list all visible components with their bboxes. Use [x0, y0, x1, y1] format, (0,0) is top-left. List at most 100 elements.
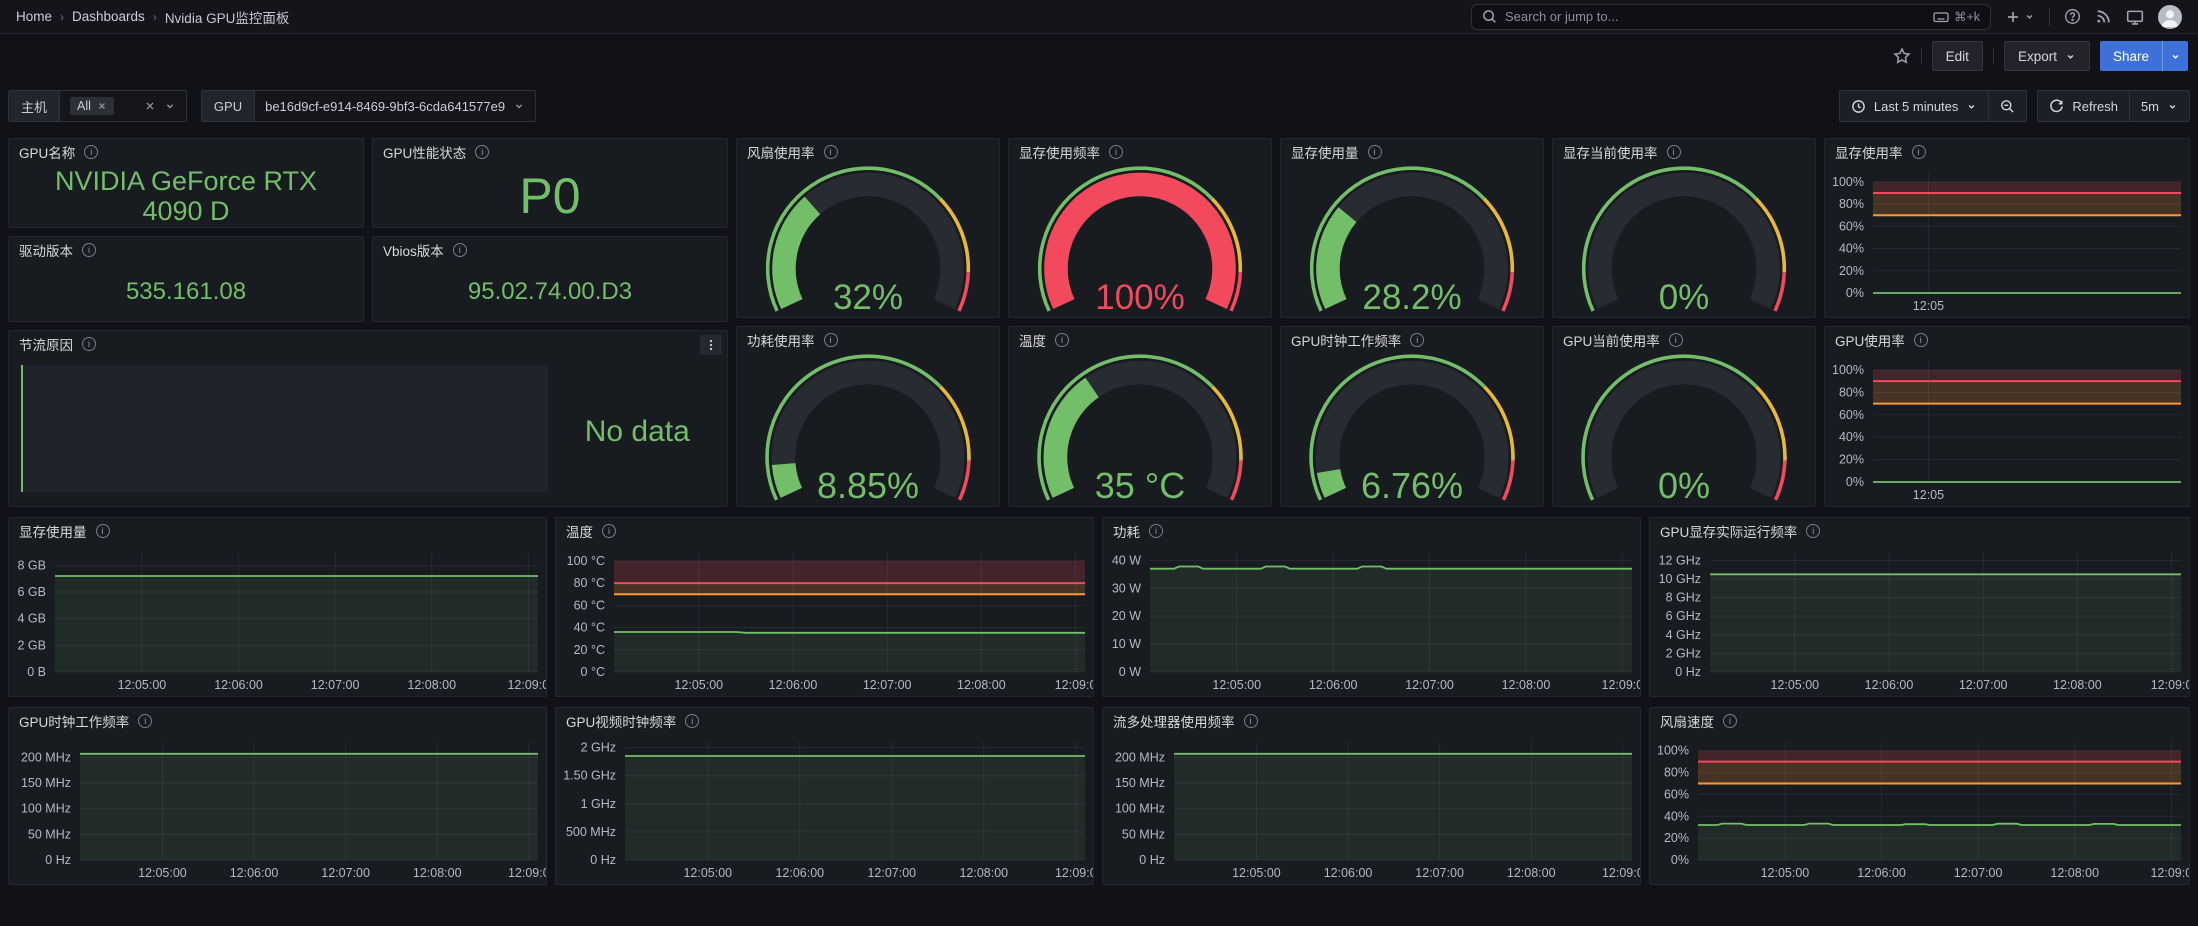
host-value-pill[interactable]: All — [70, 97, 114, 115]
info-icon[interactable]: i — [824, 333, 838, 347]
gauge-chart[interactable]: 28.2% — [1281, 165, 1543, 317]
panel-header[interactable]: 驱动版本 i — [9, 237, 363, 263]
panel-header[interactable]: 显存使用率 i — [1825, 139, 2189, 165]
panel-header[interactable]: 显存当前使用率 i — [1553, 139, 1815, 165]
panel-header[interactable]: GPU显存实际运行频率 i — [1650, 518, 2189, 544]
time-series-chart[interactable]: 40 W30 W20 W10 W0 W12:05:0012:06:0012:07… — [1103, 544, 1640, 696]
host-variable-select[interactable]: All — [59, 90, 187, 122]
host-variable: 主机 All — [8, 90, 187, 122]
info-icon[interactable]: i — [685, 714, 699, 728]
panel-header[interactable]: 流多处理器使用频率 i — [1103, 708, 1640, 734]
gauge-chart[interactable]: 8.85% — [737, 353, 999, 506]
breadcrumb-home[interactable]: Home — [16, 9, 52, 24]
gauge-chart[interactable]: 0% — [1553, 165, 1815, 317]
info-icon[interactable]: i — [1149, 524, 1163, 538]
time-series-chart[interactable]: 12 GHz10 GHz8 GHz6 GHz4 GHz2 GHz0 Hz12:0… — [1650, 544, 2189, 696]
chevron-down-icon[interactable] — [164, 100, 176, 112]
svg-text:150 MHz: 150 MHz — [1115, 776, 1165, 790]
time-series-chart[interactable]: 100 °C80 °C60 °C40 °C20 °C0 °C12:05:0012… — [556, 544, 1093, 696]
panel-header[interactable]: GPU当前使用率 i — [1553, 327, 1815, 353]
monitor-icon[interactable] — [2126, 8, 2144, 26]
gauge-chart[interactable]: 0% — [1553, 353, 1815, 506]
panel-header[interactable]: Vbios版本 i — [373, 237, 727, 263]
panel-driver-version: 驱动版本 i 535.161.08 — [8, 236, 364, 322]
panel-header[interactable]: 温度 i — [1009, 327, 1271, 353]
gauge-chart[interactable]: 32% — [737, 165, 999, 317]
panel-header[interactable]: GPU视频时钟频率 i — [556, 708, 1093, 734]
time-series-chart[interactable]: 2 GHz1.50 GHz1 GHz500 MHz0 Hz12:05:0012:… — [556, 734, 1093, 884]
info-icon[interactable]: i — [1667, 145, 1681, 159]
info-icon[interactable]: i — [1806, 524, 1820, 538]
info-icon[interactable]: i — [1244, 714, 1258, 728]
panel-menu-kebab-icon[interactable] — [700, 335, 722, 355]
svg-text:12:06:00: 12:06:00 — [775, 866, 824, 880]
remove-value-icon[interactable] — [97, 101, 107, 111]
svg-text:40%: 40% — [1664, 809, 1689, 823]
svg-text:80 °C: 80 °C — [574, 576, 605, 590]
help-icon[interactable] — [2064, 8, 2081, 25]
info-icon[interactable]: i — [138, 714, 152, 728]
info-icon[interactable]: i — [475, 145, 489, 159]
time-series-chart[interactable]: 100%80%60%40%20%0%12:05 — [1825, 353, 2189, 506]
svg-text:0%: 0% — [1846, 286, 1864, 300]
keyboard-shortcut-hint: ⌘+k — [1933, 9, 1980, 25]
time-range-picker[interactable]: Last 5 minutes — [1839, 90, 1990, 122]
panel-header[interactable]: 功耗 i — [1103, 518, 1640, 544]
time-series-chart[interactable]: 8 GB6 GB4 GB2 GB0 B12:05:0012:06:0012:07… — [9, 544, 546, 696]
panel-header[interactable]: GPU性能状态 i — [373, 139, 727, 165]
panel-header[interactable]: 显存使用量 i — [9, 518, 546, 544]
panel-header[interactable]: 节流原因 i — [9, 331, 727, 357]
gauge-chart[interactable]: 6.76% — [1281, 353, 1543, 506]
panel-header[interactable]: GPU使用率 i — [1825, 327, 2189, 353]
info-icon[interactable]: i — [96, 524, 110, 538]
panel-header[interactable]: GPU时钟工作频率 i — [1281, 327, 1543, 353]
time-series-chart[interactable]: 100%80%60%40%20%0%12:05:0012:06:0012:07:… — [1650, 734, 2189, 884]
favorite-star-icon[interactable] — [1893, 47, 1911, 65]
gauge-chart[interactable]: 35 °C — [1009, 353, 1271, 506]
share-button[interactable]: Share — [2100, 41, 2162, 71]
panel-header[interactable]: 功耗使用率 i — [737, 327, 999, 353]
export-button[interactable]: Export — [2004, 41, 2090, 71]
info-icon[interactable]: i — [1410, 333, 1424, 347]
info-icon[interactable]: i — [824, 145, 838, 159]
time-series-chart[interactable]: 100%80%60%40%20%0%12:05 — [1825, 165, 2189, 317]
news-rss-icon[interactable] — [2095, 8, 2112, 25]
svg-text:20%: 20% — [1664, 831, 1689, 845]
info-icon[interactable]: i — [1109, 145, 1123, 159]
edit-button[interactable]: Edit — [1932, 41, 1983, 71]
info-icon[interactable]: i — [82, 243, 96, 257]
panel-header[interactable]: 风扇使用率 i — [737, 139, 999, 165]
refresh-interval-select[interactable]: 5m — [2129, 90, 2190, 122]
breadcrumb-dashboards[interactable]: Dashboards — [72, 9, 145, 24]
svg-text:2 GHz: 2 GHz — [1666, 646, 1701, 660]
gauge-chart[interactable]: 100% — [1009, 165, 1271, 317]
panel-header[interactable]: 显存使用频率 i — [1009, 139, 1271, 165]
search-input[interactable]: Search or jump to... ⌘+k — [1471, 4, 1991, 30]
refresh-button[interactable]: Refresh — [2037, 90, 2130, 122]
gpu-variable-select[interactable]: be16d9cf-e914-8469-9bf3-6cda641577e9 — [254, 90, 536, 122]
panel-header[interactable]: 显存使用量 i — [1281, 139, 1543, 165]
svg-text:0 B: 0 B — [27, 665, 46, 679]
info-icon[interactable]: i — [1912, 145, 1926, 159]
add-new-button[interactable] — [2005, 9, 2035, 25]
info-icon[interactable]: i — [82, 337, 96, 351]
info-icon[interactable]: i — [453, 243, 467, 257]
info-icon[interactable]: i — [602, 524, 616, 538]
info-icon[interactable]: i — [1669, 333, 1683, 347]
zoom-out-button[interactable] — [1988, 90, 2027, 122]
user-avatar[interactable] — [2158, 5, 2182, 29]
info-icon[interactable]: i — [1055, 333, 1069, 347]
panel-header[interactable]: 温度 i — [556, 518, 1093, 544]
share-menu-caret[interactable] — [2162, 41, 2188, 71]
panel-header[interactable]: 风扇速度 i — [1650, 708, 2189, 734]
time-series-chart[interactable]: 200 MHz150 MHz100 MHz50 MHz0 Hz12:05:001… — [1103, 734, 1640, 884]
info-icon[interactable]: i — [84, 145, 98, 159]
svg-text:500 MHz: 500 MHz — [566, 825, 616, 839]
info-icon[interactable]: i — [1368, 145, 1382, 159]
time-series-chart[interactable]: 200 MHz150 MHz100 MHz50 MHz0 Hz12:05:001… — [9, 734, 546, 884]
info-icon[interactable]: i — [1723, 714, 1737, 728]
info-icon[interactable]: i — [1914, 333, 1928, 347]
panel-header[interactable]: GPU名称 i — [9, 139, 363, 165]
clear-all-icon[interactable] — [144, 100, 156, 112]
panel-header[interactable]: GPU时钟工作频率 i — [9, 708, 546, 734]
